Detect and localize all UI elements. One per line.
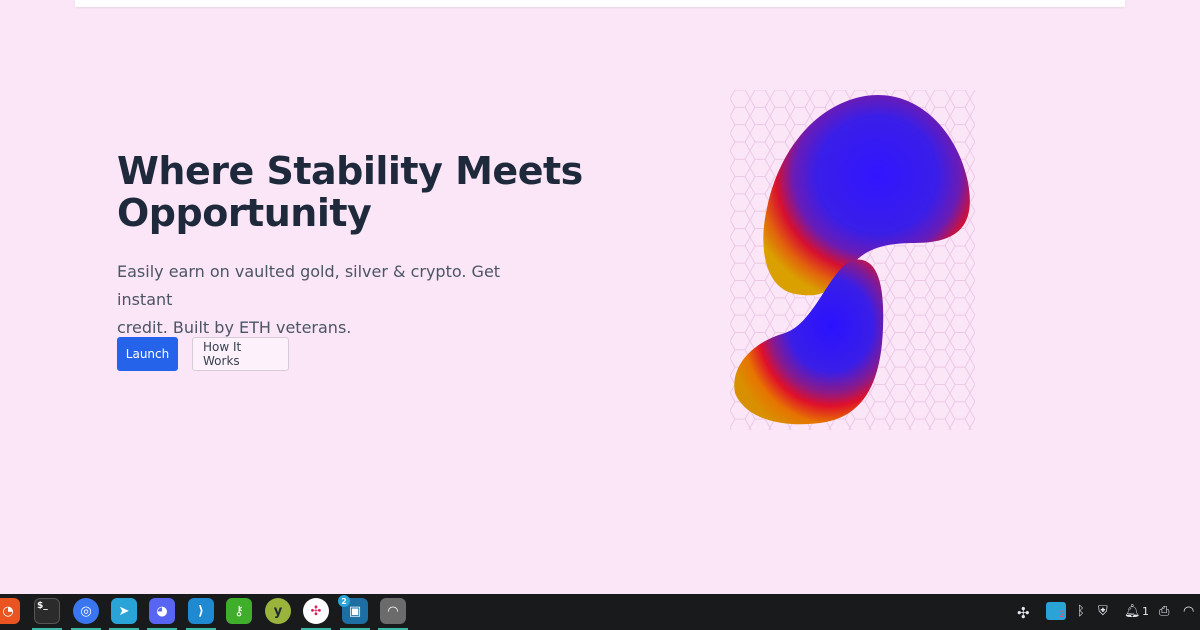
screenshot-glyph: ▣ [348,603,362,619]
hero-illustration [730,90,975,430]
signal-glyph: ◎ [80,603,92,619]
discord-glyph: ◕ [156,603,168,619]
yarn-glyph: y [273,603,283,619]
tray-badge-count: 2 [1059,610,1065,620]
network-glyph: ◠ [388,603,398,619]
keys-glyph: ⚷ [234,603,244,619]
signal-icon[interactable]: ◎ [73,598,99,624]
ubuntu-menu-glyph: ◔ [2,603,14,619]
hero-title-line-1: Where Stability Meets [117,149,583,193]
vscode-icon[interactable]: ⟩ [188,598,214,624]
terminal-glyph: $_ [37,601,48,611]
how-it-works-button[interactable]: How It Works [192,337,289,371]
hero-section: Where Stability Meets Opportunity Easily… [117,150,597,342]
screenshot-badge: 2 [338,595,350,607]
shield-icon[interactable]: ⛨ [1098,604,1108,619]
printer-icon[interactable]: ⎙ [1159,604,1169,619]
notification-count: 1 [1142,605,1149,618]
hero-subtitle: Easily earn on vaulted gold, silver & cr… [117,258,517,342]
slack-icon[interactable]: ✣ [303,598,329,624]
slack-tray-icon[interactable]: ✣ [1017,604,1030,622]
screenshot-icon[interactable]: ▣ 2 [338,595,368,624]
hero-buttons: Launch How It Works [117,337,289,371]
vscode-glyph: ⟩ [198,603,204,619]
telegram-icon[interactable]: ➤ [111,598,137,624]
notification-bell-icon[interactable]: 🔔︎ [1124,604,1141,619]
ubuntu-menu-icon[interactable]: ◔ [0,598,20,624]
terminal-icon[interactable]: $_ [34,598,60,624]
hero-subtitle-line-2: credit. Built by ETH veterans. [117,318,352,337]
hero-subtitle-line-1: Easily earn on vaulted gold, silver & cr… [117,262,501,309]
network-icon[interactable]: ◠ [380,598,406,624]
telegram-glyph: ➤ [118,603,130,619]
launch-button[interactable]: Launch [117,337,178,371]
taskbar: ◔ $_ ◎ ➤ ◕ ⟩ ⚷ y ✣ ▣ 2 ◠ ✣ 2 ᛒ ⛨ 🔔︎ 1 ⎙ … [0,594,1200,630]
bluetooth-icon[interactable]: ᛒ [1077,604,1085,619]
slack-glyph: ✣ [310,603,322,619]
top-nav-bar [75,0,1125,7]
tray-app-badge-icon[interactable]: 2 [1046,602,1066,620]
keys-icon[interactable]: ⚷ [226,598,252,624]
wifi-icon[interactable]: ◠ [1183,604,1194,619]
yarn-icon[interactable]: y [265,598,291,624]
hero-title-line-2: Opportunity [117,191,372,235]
hero-title: Where Stability Meets Opportunity [117,150,597,234]
discord-icon[interactable]: ◕ [149,598,175,624]
